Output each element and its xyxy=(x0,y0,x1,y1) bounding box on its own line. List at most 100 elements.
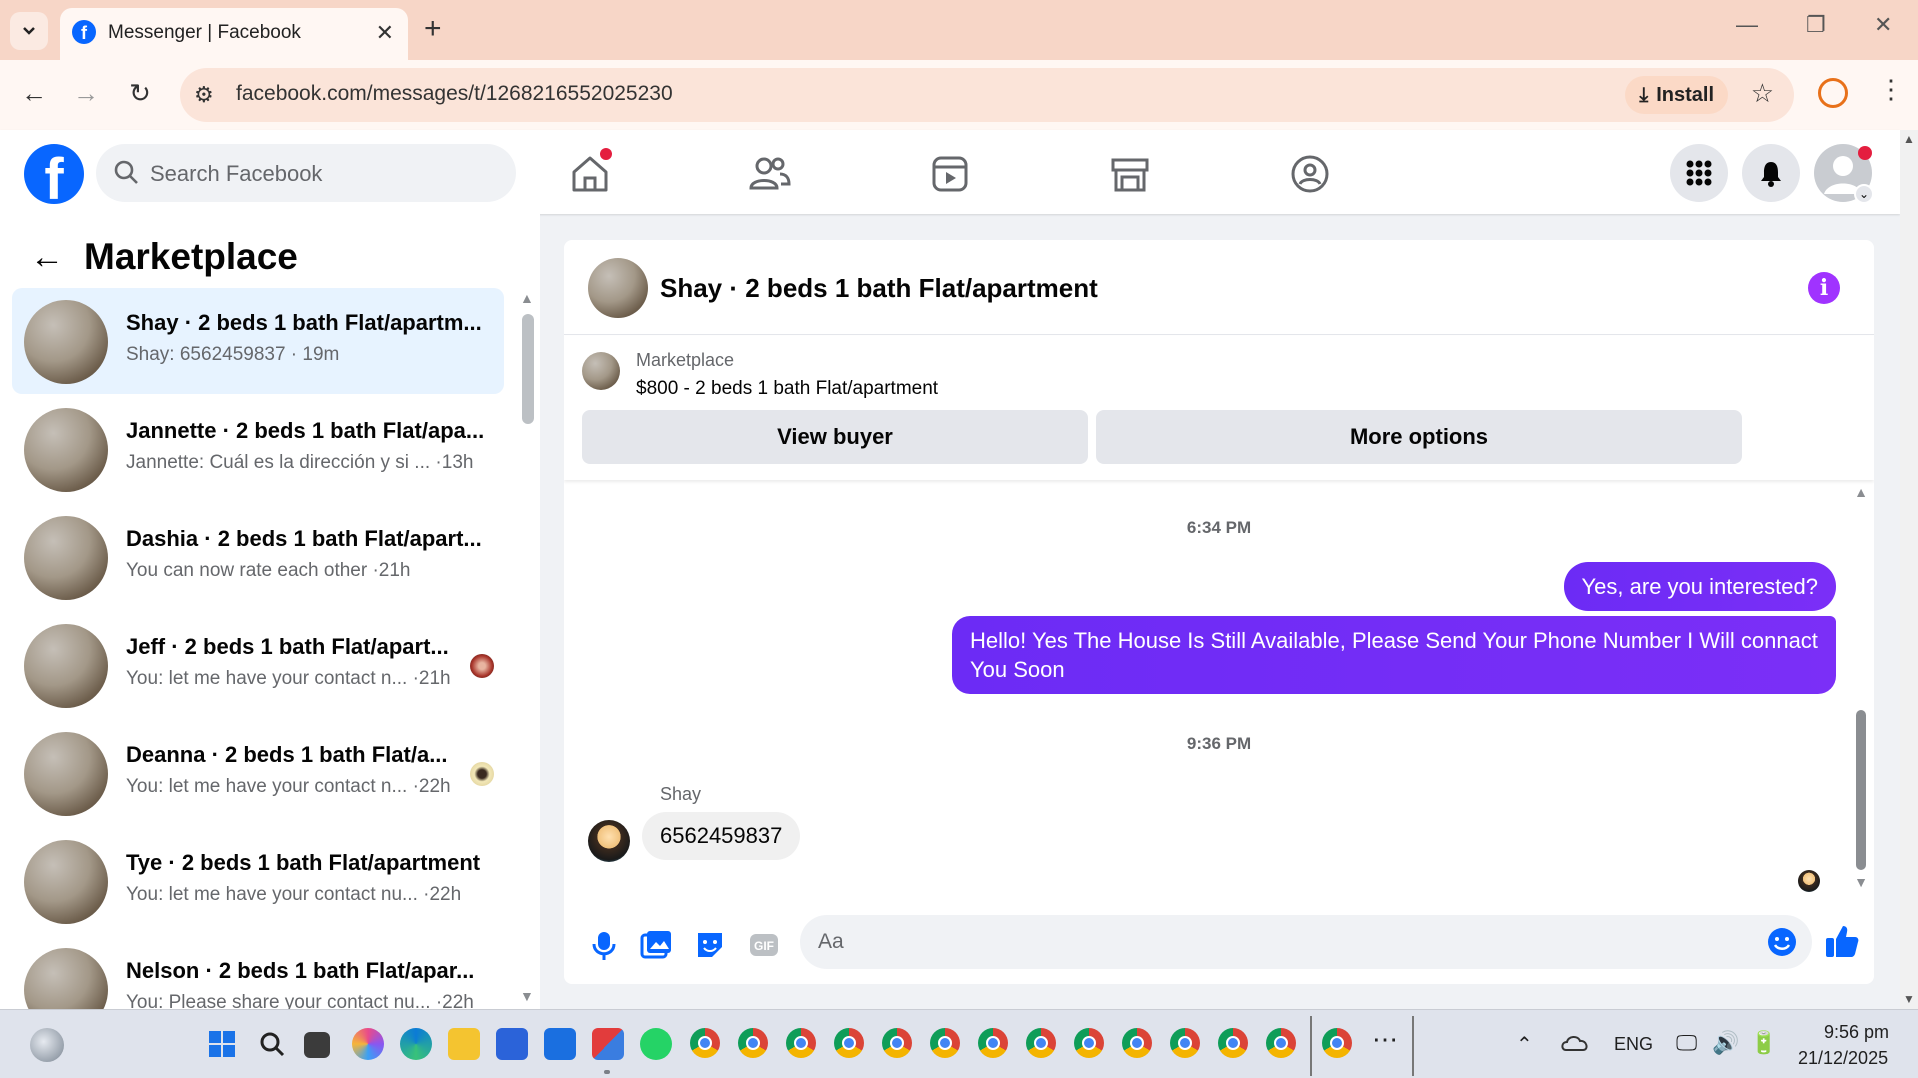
photo-icon[interactable] xyxy=(638,927,674,963)
back-icon[interactable]: ← xyxy=(16,78,52,109)
volume-icon[interactable]: 🔊 xyxy=(1712,1030,1739,1056)
info-icon[interactable]: i xyxy=(1808,272,1840,304)
list-scrollbar[interactable] xyxy=(522,314,534,424)
minimize-icon[interactable]: — xyxy=(1736,12,1758,38)
incoming-message[interactable]: 6562459837 xyxy=(642,812,801,860)
marketplace-nav[interactable] xyxy=(1106,150,1154,198)
more-apps-icon[interactable]: ⋯ xyxy=(1372,1024,1398,1055)
profile-icon[interactable] xyxy=(1818,78,1848,108)
browser-menu-icon[interactable]: ⋮ xyxy=(1878,74,1904,105)
listing-description[interactable]: $800 - 2 beds 1 bath Flat/apartment xyxy=(636,378,938,400)
conversation-item[interactable]: Jannette · 2 beds 1 bath Flat/apa... Jan… xyxy=(12,396,504,502)
chrome-window-icon[interactable] xyxy=(690,1028,720,1058)
taskbar-search-icon[interactable] xyxy=(256,1028,288,1060)
whatsapp-icon[interactable] xyxy=(640,1028,672,1060)
clock-time[interactable]: 9:56 pm xyxy=(1824,1022,1889,1043)
conversation-item[interactable]: Dashia · 2 beds 1 bath Flat/apart... You… xyxy=(12,504,504,610)
language-indicator[interactable]: ENG xyxy=(1614,1034,1653,1055)
page-scrollbar[interactable]: ▲ ▼ xyxy=(1900,130,1918,1009)
microphone-icon[interactable] xyxy=(586,927,622,963)
outgoing-message[interactable]: Hello! Yes The House Is Still Available,… xyxy=(952,616,1836,694)
notifications-button[interactable] xyxy=(1742,144,1800,202)
chrome-window-icon[interactable] xyxy=(1266,1028,1296,1058)
account-chevron-icon[interactable]: ⌄ xyxy=(1854,184,1874,204)
site-settings-icon[interactable]: ⚙ xyxy=(194,82,214,108)
reload-icon[interactable]: ↻ xyxy=(122,78,158,109)
conversation-item[interactable]: Jeff · 2 beds 1 bath Flat/apart... You: … xyxy=(12,612,504,718)
network-icon[interactable]: 🖵 xyxy=(1676,1030,1697,1056)
bookmark-star-icon[interactable]: ☆ xyxy=(1751,78,1774,109)
chat-title[interactable]: Shay · 2 beds 1 bath Flat/apartment xyxy=(660,273,1098,304)
outlook-icon[interactable] xyxy=(544,1028,576,1060)
close-tab-icon[interactable]: ✕ xyxy=(376,20,394,46)
copilot-icon[interactable] xyxy=(352,1028,384,1060)
chrome-window-icon[interactable] xyxy=(1170,1028,1200,1058)
chrome-window-icon[interactable] xyxy=(786,1028,816,1058)
onedrive-icon[interactable] xyxy=(1560,1032,1590,1054)
chrome-window-icon[interactable] xyxy=(882,1028,912,1058)
chat-scroll-down-icon[interactable]: ▼ xyxy=(1854,874,1868,890)
chat-scroll-up-icon[interactable]: ▲ xyxy=(1854,484,1868,500)
video-nav[interactable] xyxy=(926,150,974,198)
battery-icon[interactable]: 🔋 xyxy=(1750,1030,1777,1056)
browser-tab[interactable]: f Messenger | Facebook ✕ xyxy=(60,8,408,60)
groups-nav[interactable] xyxy=(1286,150,1334,198)
view-buyer-button[interactable]: View buyer xyxy=(582,410,1088,464)
scroll-up-icon[interactable]: ▲ xyxy=(520,290,534,306)
edge-icon[interactable] xyxy=(400,1028,432,1060)
file-explorer-icon[interactable] xyxy=(448,1028,480,1060)
chrome-window-icon[interactable] xyxy=(834,1028,864,1058)
menu-button[interactable] xyxy=(1670,144,1728,202)
back-arrow-icon[interactable]: ← xyxy=(30,238,64,277)
conversation-item[interactable]: Nelson · 2 beds 1 bath Flat/apar... You:… xyxy=(12,936,504,1009)
chrome-window-icon[interactable] xyxy=(1026,1028,1056,1058)
install-app-button[interactable]: ⤓ Install xyxy=(1625,76,1728,114)
task-view-icon[interactable] xyxy=(304,1032,330,1058)
conversation-item[interactable]: Tye · 2 beds 1 bath Flat/apartment You: … xyxy=(12,828,504,934)
url-text[interactable]: facebook.com/messages/t/1268216552025230 xyxy=(236,82,673,106)
clock-date[interactable]: 21/12/2025 xyxy=(1798,1048,1888,1069)
chrome-window-icon[interactable] xyxy=(738,1028,768,1058)
tray-chevron-icon[interactable]: ⌃ xyxy=(1516,1032,1533,1057)
page-scroll-up-icon[interactable]: ▲ xyxy=(1903,132,1915,146)
store-icon[interactable] xyxy=(496,1028,528,1060)
more-options-button[interactable]: More options xyxy=(1096,410,1742,464)
forward-icon[interactable]: → xyxy=(68,78,104,109)
conversation-item[interactable]: Shay · 2 beds 1 bath Flat/apartm... Shay… xyxy=(12,288,504,394)
chrome-window-icon[interactable] xyxy=(1122,1028,1152,1058)
chrome-window-icon[interactable] xyxy=(1074,1028,1104,1058)
friends-nav[interactable] xyxy=(746,150,794,198)
snipping-tool-icon[interactable] xyxy=(592,1028,624,1060)
home-nav[interactable] xyxy=(566,148,614,198)
conversation-snippet: You: let me have your contact n... ·22h xyxy=(126,776,451,797)
conversation-item[interactable]: Deanna · 2 beds 1 bath Flat/a... You: le… xyxy=(12,720,504,826)
chrome-window-icon[interactable] xyxy=(1322,1028,1352,1058)
tab-search-button[interactable] xyxy=(10,12,48,50)
weather-widget-icon[interactable] xyxy=(30,1028,64,1062)
sticker-icon[interactable] xyxy=(692,927,728,963)
start-menu-icon[interactable] xyxy=(206,1028,238,1060)
chat-scrollbar[interactable] xyxy=(1856,710,1866,870)
scroll-down-icon[interactable]: ▼ xyxy=(520,988,534,1004)
chrome-window-icon[interactable] xyxy=(978,1028,1008,1058)
chrome-window-icon[interactable] xyxy=(930,1028,960,1058)
conversation-avatar xyxy=(24,408,108,492)
close-window-icon[interactable]: ✕ xyxy=(1874,12,1892,38)
thumbs-up-icon[interactable] xyxy=(1822,921,1862,961)
search-input[interactable]: Search Facebook xyxy=(96,144,516,202)
sender-avatar[interactable] xyxy=(588,820,630,862)
chat-avatar[interactable] xyxy=(588,258,648,318)
page-scroll-down-icon[interactable]: ▼ xyxy=(1903,992,1915,1006)
emoji-icon[interactable] xyxy=(1766,926,1798,958)
account-avatar[interactable]: ⌄ xyxy=(1814,144,1874,204)
chrome-window-icon[interactable] xyxy=(1218,1028,1248,1058)
gif-icon[interactable]: GIF xyxy=(746,927,782,963)
listing-thumbnail[interactable] xyxy=(582,352,620,390)
address-bar[interactable]: ⚙ facebook.com/messages/t/12682165520252… xyxy=(180,68,1794,122)
facebook-logo[interactable]: f xyxy=(24,144,84,204)
new-tab-icon[interactable]: + xyxy=(424,12,442,46)
message-input[interactable]: Aa xyxy=(800,915,1812,969)
groups-icon xyxy=(1291,155,1329,193)
restore-icon[interactable]: ❐ xyxy=(1806,12,1826,38)
outgoing-message[interactable]: Yes, are you interested? xyxy=(1563,562,1836,611)
